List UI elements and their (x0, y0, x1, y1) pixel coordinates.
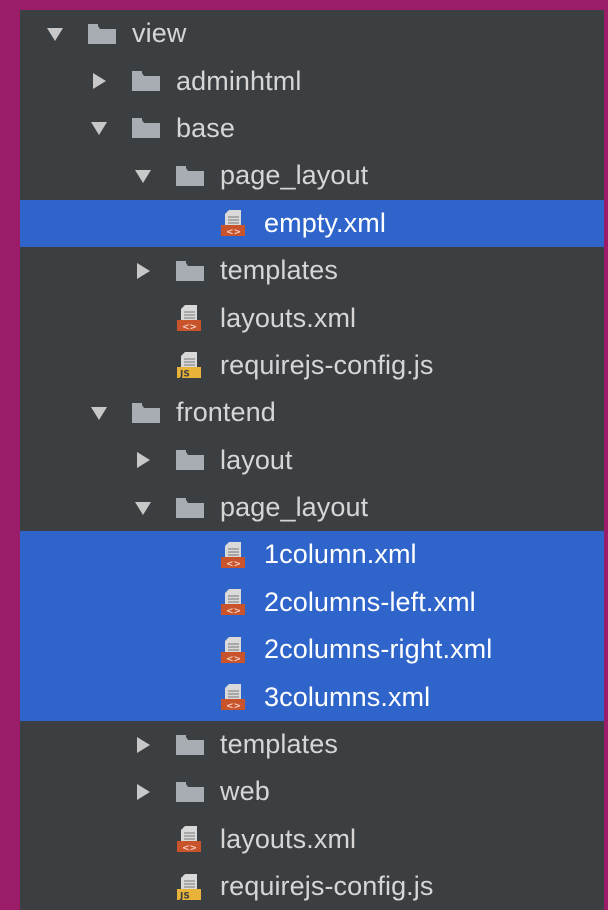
folder-icon (174, 778, 206, 806)
tree-item-label: layout (220, 444, 293, 475)
tree-item-label: layouts.xml (220, 302, 357, 333)
xml-file-icon: <> (218, 541, 250, 569)
xml-file-icon: <> (218, 209, 250, 237)
folder-icon (86, 20, 118, 48)
tree-file-row[interactable]: <> layouts.xml (20, 816, 604, 863)
tree-file-row[interactable]: JS requirejs-config.js (20, 863, 604, 910)
xml-file-icon: <> (218, 588, 250, 616)
chevron-right-icon[interactable] (134, 735, 152, 755)
folder-icon (174, 731, 206, 759)
tree-item-label: page_layout (220, 160, 369, 191)
tree-file-row[interactable]: <> 3columns.xml (20, 673, 604, 721)
svg-text:<>: <> (182, 844, 197, 854)
tree-folder-row[interactable]: adminhtml (20, 57, 604, 104)
tree-item-label: frontend (176, 397, 276, 428)
tree-item-label: adminhtml (176, 65, 302, 96)
tree-item-label: templates (220, 255, 338, 286)
tree-file-row[interactable]: <> 1column.xml (20, 531, 604, 579)
tree-folder-row[interactable]: page_layout (20, 152, 604, 199)
tree-folder-row[interactable]: layout (20, 437, 604, 484)
svg-text:JS: JS (179, 891, 190, 901)
project-file-tree: view adminhtml base page_layout <> empty.xml t… (20, 10, 604, 910)
svg-text:<>: <> (226, 607, 241, 617)
svg-text:<>: <> (182, 323, 197, 333)
chevron-right-icon[interactable] (134, 261, 152, 281)
svg-text:<>: <> (226, 702, 241, 712)
tree-item-label: layouts.xml (220, 823, 357, 854)
tree-item-label: requirejs-config.js (220, 871, 434, 902)
tree-item-label: 2columns-left.xml (264, 586, 476, 617)
tree-folder-row[interactable]: view (20, 10, 604, 57)
xml-file-icon: <> (174, 304, 206, 332)
tree-item-label: empty.xml (264, 207, 386, 238)
chevron-right-icon[interactable] (90, 71, 108, 91)
folder-icon (174, 162, 206, 190)
tree-file-row[interactable]: <> layouts.xml (20, 294, 604, 341)
tree-item-label: web (220, 776, 270, 807)
chevron-right-icon[interactable] (134, 450, 152, 470)
svg-text:<>: <> (226, 228, 241, 238)
tree-item-label: page_layout (220, 492, 369, 523)
chevron-down-icon[interactable] (90, 403, 108, 423)
folder-icon (174, 257, 206, 285)
folder-icon (130, 67, 162, 95)
tree-folder-row[interactable]: templates (20, 721, 604, 768)
svg-text:JS: JS (179, 370, 190, 380)
tree-item-label: 3columns.xml (264, 681, 431, 712)
xml-file-icon: <> (218, 636, 250, 664)
tree-folder-row[interactable]: templates (20, 247, 604, 294)
folder-icon (174, 494, 206, 522)
tree-folder-row[interactable]: page_layout (20, 484, 604, 531)
svg-text:<>: <> (226, 559, 241, 569)
chevron-down-icon[interactable] (46, 24, 64, 44)
tree-item-label: view (132, 18, 187, 49)
tree-file-row[interactable]: <> 2columns-right.xml (20, 626, 604, 674)
tree-item-label: templates (220, 729, 338, 760)
tree-item-label: base (176, 112, 235, 143)
folder-icon (174, 446, 206, 474)
chevron-right-icon[interactable] (134, 782, 152, 802)
chevron-down-icon[interactable] (90, 118, 108, 138)
chevron-down-icon[interactable] (134, 498, 152, 518)
svg-text:<>: <> (226, 654, 241, 664)
folder-icon (130, 399, 162, 427)
xml-file-icon: <> (174, 825, 206, 853)
tree-folder-row[interactable]: web (20, 768, 604, 815)
xml-file-icon: <> (218, 683, 250, 711)
tree-file-row[interactable]: <> empty.xml (20, 199, 604, 247)
js-file-icon: JS (174, 873, 206, 901)
tree-item-label: 1column.xml (264, 539, 417, 570)
chevron-down-icon[interactable] (134, 166, 152, 186)
js-file-icon: JS (174, 351, 206, 379)
tree-file-row[interactable]: <> 2columns-left.xml (20, 578, 604, 627)
tree-folder-row[interactable]: base (20, 105, 604, 152)
tree-file-row[interactable]: JS requirejs-config.js (20, 342, 604, 389)
tree-item-label: 2columns-right.xml (264, 634, 493, 665)
folder-icon (130, 114, 162, 142)
tree-folder-row[interactable]: frontend (20, 389, 604, 436)
tree-item-label: requirejs-config.js (220, 349, 434, 380)
